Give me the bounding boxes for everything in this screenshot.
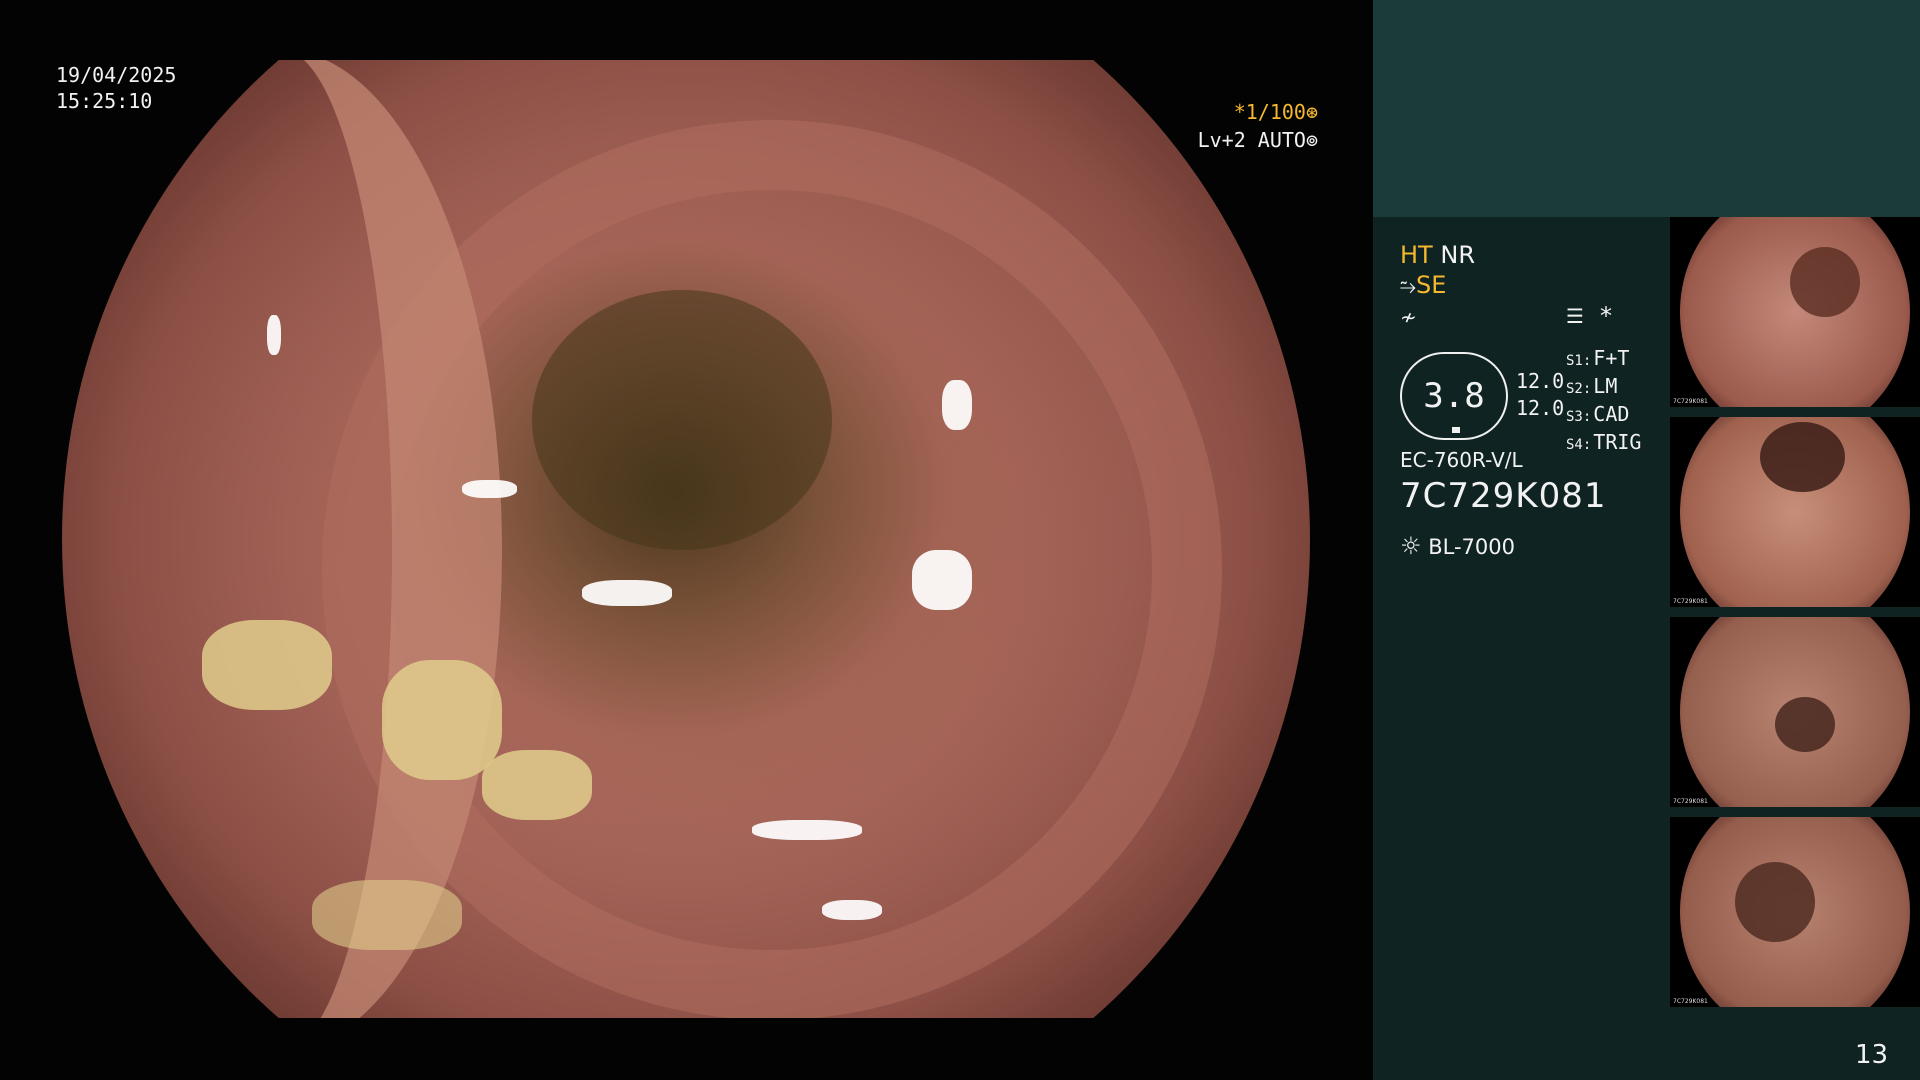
shutter-icon: ⊛ — [1305, 100, 1318, 124]
switch-row: S4: TRIG — [1566, 430, 1642, 454]
light-source-row: ☼ BL-7000 — [1400, 532, 1515, 560]
dial-marker — [1452, 427, 1460, 433]
level-value: 12.0 — [1516, 369, 1565, 393]
endoscope-live-view — [62, 60, 1310, 1018]
se-row: ⥲SE — [1400, 270, 1475, 301]
thumbnail[interactable]: 7C729K081 — [1670, 617, 1920, 807]
stool-debris — [382, 660, 502, 780]
capture-date: 19/04/2025 — [56, 63, 177, 87]
iris-icon: ⊚ — [1305, 128, 1318, 152]
shutter-speed: *1/100⊛ — [1233, 100, 1318, 124]
exposure-info: *1/100⊛ Lv+2 AUTO⊚ — [1194, 98, 1318, 154]
lumen — [1760, 422, 1845, 492]
capture-datetime: 19/04/2025 15:25:10 — [56, 62, 176, 114]
thumbnail-image — [1680, 617, 1910, 807]
capture-time: 15:25:10 — [56, 89, 153, 113]
scope-serial: 7C729K081 — [1400, 476, 1607, 516]
switch-row: S2: LM — [1566, 374, 1618, 398]
scope-model: EC-760R-V/L — [1400, 448, 1523, 472]
light-reflection — [582, 580, 672, 606]
page-number: 13 — [1855, 1040, 1889, 1070]
waveform-row: ≁ ☰ * — [1400, 301, 1612, 332]
thumbnail-image — [1680, 817, 1910, 1007]
thumbnail-caption: 7C729K081 — [1673, 798, 1708, 805]
panel-header-area — [1373, 0, 1920, 217]
light-reflection — [942, 380, 972, 430]
level-value: 12.0 — [1516, 396, 1565, 420]
zoom-dial: 3.8 — [1400, 352, 1508, 440]
mode-row: HT NR — [1400, 240, 1475, 270]
light-reflection — [752, 820, 862, 840]
nr-mode: NR — [1440, 241, 1475, 269]
enhance-icon: ⥲ — [1400, 274, 1416, 298]
switch-assignments: S1: F+T S2: LM S3: CAD S4: TRIG — [1566, 346, 1641, 458]
stool-debris — [482, 750, 592, 820]
thumbnail-caption: 7C729K081 — [1673, 998, 1708, 1005]
light-source-icon: ☼ — [1400, 532, 1422, 560]
thumbnail[interactable]: 7C729K081 — [1670, 817, 1920, 1007]
thumbnail-caption: 7C729K081 — [1673, 598, 1708, 605]
thumbnail-image — [1680, 217, 1910, 407]
ht-mode: HT — [1400, 241, 1433, 269]
stool-debris — [202, 620, 332, 710]
light-reflection — [462, 480, 517, 498]
stool-debris — [312, 880, 462, 950]
thumbnail-image — [1680, 417, 1910, 607]
switch-row: S1: F+T — [1566, 346, 1630, 370]
brightness-level: Lv+2 AUTO⊚ — [1197, 128, 1318, 152]
light-reflection — [822, 900, 882, 920]
switch-row: S3: CAD — [1566, 402, 1630, 426]
lumen — [1735, 862, 1815, 942]
mucosal-fold — [62, 60, 502, 1018]
lumen — [1790, 247, 1860, 317]
image-mode-block: HT NR ⥲SE ≁ ☰ * — [1400, 240, 1612, 332]
lumen — [1775, 697, 1835, 752]
waveform-icon: ≁ — [1400, 305, 1417, 329]
light-source-model: BL-7000 — [1428, 535, 1515, 559]
se-mode: SE — [1416, 271, 1447, 299]
asterisk-marker: * — [1600, 302, 1612, 330]
settings-list-icon: ☰ — [1566, 304, 1584, 328]
thumbnail-caption: 7C729K081 — [1673, 398, 1708, 405]
light-reflection — [267, 315, 281, 355]
light-reflection — [912, 550, 972, 610]
level-values: 12.0 12.0 — [1516, 368, 1564, 422]
thumbnail[interactable]: 7C729K081 — [1670, 417, 1920, 607]
captured-images: 7C729K081 7C729K081 7C729K081 7C729K081 — [1670, 217, 1920, 1017]
thumbnail[interactable]: 7C729K081 — [1670, 217, 1920, 407]
lumen — [532, 290, 832, 550]
dial-value: 3.8 — [1423, 376, 1485, 416]
